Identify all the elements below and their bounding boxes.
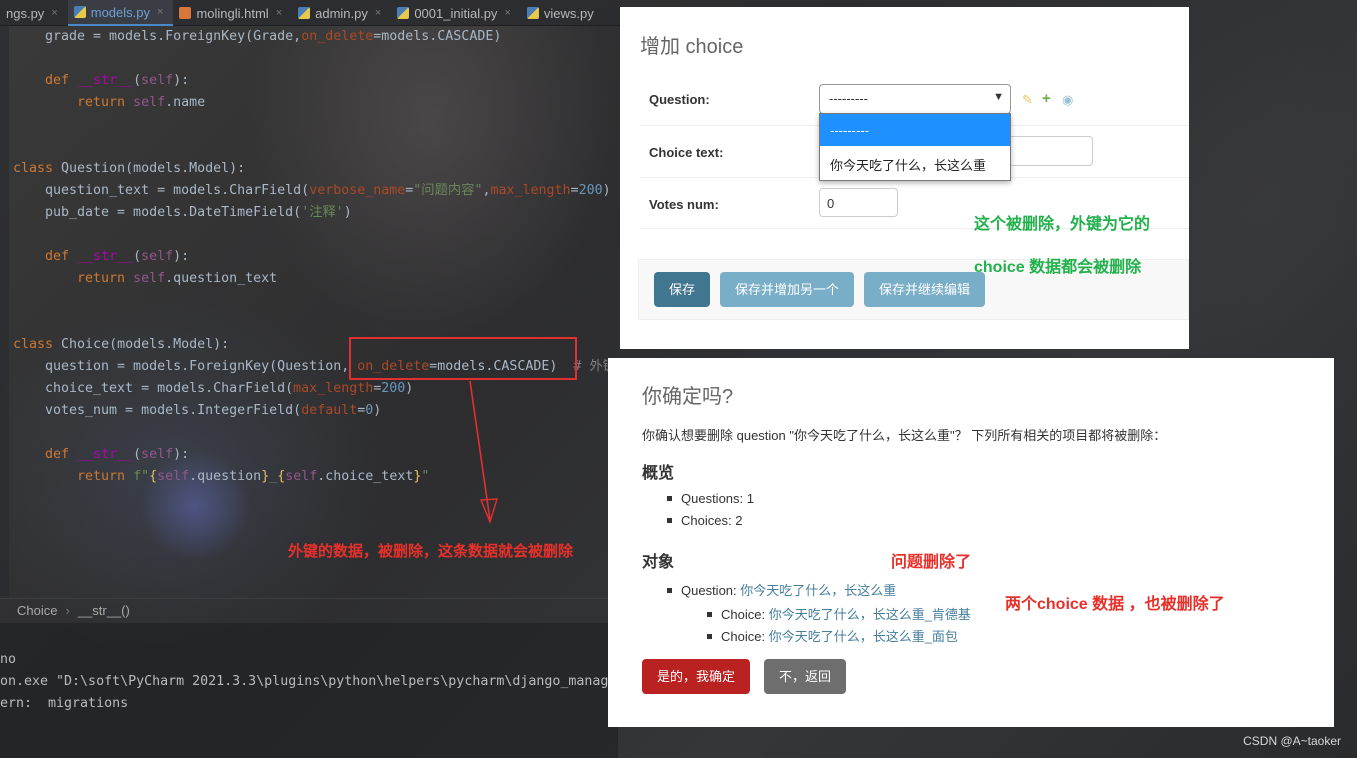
objects-heading: 对象 (642, 554, 675, 571)
tab-views-py[interactable]: views.py (521, 0, 604, 26)
code-annotation: 外键的数据，被删除，这条数据就会被删除 (288, 543, 574, 560)
breadcrumb: Choice › __str__() (0, 598, 618, 622)
code-line: question_text = models.CharField(verbose… (45, 183, 611, 198)
pencil-icon[interactable]: ✎ (1022, 92, 1033, 108)
chevron-right-icon: › (65, 603, 70, 618)
save-button[interactable]: 保存 (654, 272, 710, 307)
confirm-delete-button[interactable]: 是的，我确定 (642, 659, 750, 694)
tab-admin-py[interactable]: admin.py × (292, 0, 391, 26)
choice-text-label: Choice text: (649, 145, 724, 160)
python-file-icon (73, 6, 86, 18)
code-line: choice_text = models.CharField(max_lengt… (45, 381, 414, 396)
terminal-line: ern: migrations (0, 696, 129, 711)
summary-heading: 概览 (642, 465, 675, 482)
votes-input[interactable]: 0 (819, 188, 898, 217)
save-add-another-button[interactable]: 保存并增加另一个 (720, 272, 854, 307)
green-annotation: 这个被删除，外键为它的 (974, 216, 1151, 233)
question-dropdown[interactable]: --------- 你今天吃了什么，长这么重 (819, 113, 1011, 181)
list-item: Choice: 你今天吃了什么，长这么重_肯德基 (707, 604, 971, 623)
close-icon[interactable]: × (504, 7, 510, 19)
page-title: 增加 choice (640, 36, 744, 58)
code-line: pub_date = models.DateTimeField('注释') (45, 205, 352, 220)
code-line: return self.question_text (77, 271, 278, 286)
code-line: grade = models.ForeignKey(Grade,on_delet… (45, 29, 502, 44)
choice-link[interactable]: 你今天吃了什么，长这么重_面包 (769, 629, 958, 644)
code-line: votes_num = models.IntegerField(default=… (45, 403, 382, 418)
green-annotation: choice 数据都会被删除 (974, 259, 1142, 276)
terminal-panel[interactable]: no on.exe "D:\soft\PyCharm 2021.3.3\plug… (0, 623, 618, 758)
editor-tab-bar: ngs.py × models.py × molingli.html × admin.… (0, 0, 620, 26)
choice-link[interactable]: 你今天吃了什么，长这么重_肯德基 (769, 607, 971, 622)
breadcrumb-method[interactable]: __str__() (78, 603, 130, 618)
code-line: def __str__(self): (45, 447, 190, 462)
highlight-box (349, 337, 577, 380)
eye-icon[interactable]: ◉ (1062, 92, 1073, 108)
code-line: return self.name (77, 95, 206, 110)
chevron-down-icon: ▼ (993, 91, 1004, 103)
plus-icon[interactable]: + (1042, 90, 1051, 107)
terminal-line: on.exe "D:\soft\PyCharm 2021.3.3\plugins… (0, 674, 617, 689)
python-file-icon (397, 7, 410, 19)
python-file-icon (526, 7, 539, 19)
question-label: Question: (649, 92, 710, 107)
code-editor[interactable]: grade = models.ForeignKey(Grade,on_delet… (0, 26, 618, 596)
red-annotation: 两个choice 数据 ，也被删除了 (1005, 596, 1225, 613)
choice-text-input[interactable] (1011, 136, 1093, 166)
list-item: Questions: 1 (667, 491, 754, 506)
close-icon[interactable]: × (276, 7, 282, 19)
red-annotation: 问题删除了 (891, 554, 972, 571)
confirm-message: 你确认想要删除 question "你今天吃了什么，长这么重"？ 下列所有相关的… (642, 428, 1167, 443)
list-item: Choices: 2 (667, 513, 742, 528)
votes-label: Votes num: (649, 197, 719, 212)
tab-models-py[interactable]: models.py × (67, 0, 174, 26)
terminal-line: no (0, 652, 17, 667)
code-line: return f"{self.question}_{self.choice_te… (77, 469, 430, 484)
close-icon[interactable]: × (51, 7, 57, 19)
tab-0001-initial-py[interactable]: 0001_initial.py × (391, 0, 521, 26)
question-link[interactable]: 你今天吃了什么，长这么重 (740, 583, 896, 598)
tab-settings-py[interactable]: ngs.py × (0, 0, 68, 26)
cancel-button[interactable]: 不，返回 (764, 659, 846, 694)
tab-molingli-html[interactable]: molingli.html × (173, 0, 292, 26)
breadcrumb-class[interactable]: Choice (17, 603, 57, 618)
dropdown-option[interactable]: 你今天吃了什么，长这么重 (820, 146, 1010, 178)
add-choice-form: 增加 choice Question: --------- ▼ ✎ + ◉ Cho… (620, 7, 1189, 349)
code-line: def __str__(self): (45, 73, 190, 88)
watermark: CSDN @A~taoker (1243, 734, 1341, 748)
code-line: class Question(models.Model): (13, 161, 246, 176)
dropdown-option[interactable]: --------- (820, 114, 1010, 146)
save-continue-button[interactable]: 保存并继续编辑 (864, 272, 985, 307)
code-line: def __str__(self): (45, 249, 190, 264)
python-file-icon (298, 7, 311, 19)
list-item: Question: 你今天吃了什么，长这么重 (667, 580, 896, 599)
page-title: 你确定吗? (642, 386, 734, 408)
list-item: Choice: 你今天吃了什么，长这么重_面包 (707, 626, 958, 645)
question-select[interactable]: --------- ▼ (819, 84, 1011, 114)
html-file-icon (179, 7, 192, 19)
delete-confirmation: 你确定吗? 你确认想要删除 question "你今天吃了什么，长这么重"？ 下… (608, 358, 1334, 727)
close-icon[interactable]: × (375, 7, 381, 19)
close-icon[interactable]: × (157, 6, 163, 18)
code-line: class Choice(models.Model): (13, 337, 230, 352)
